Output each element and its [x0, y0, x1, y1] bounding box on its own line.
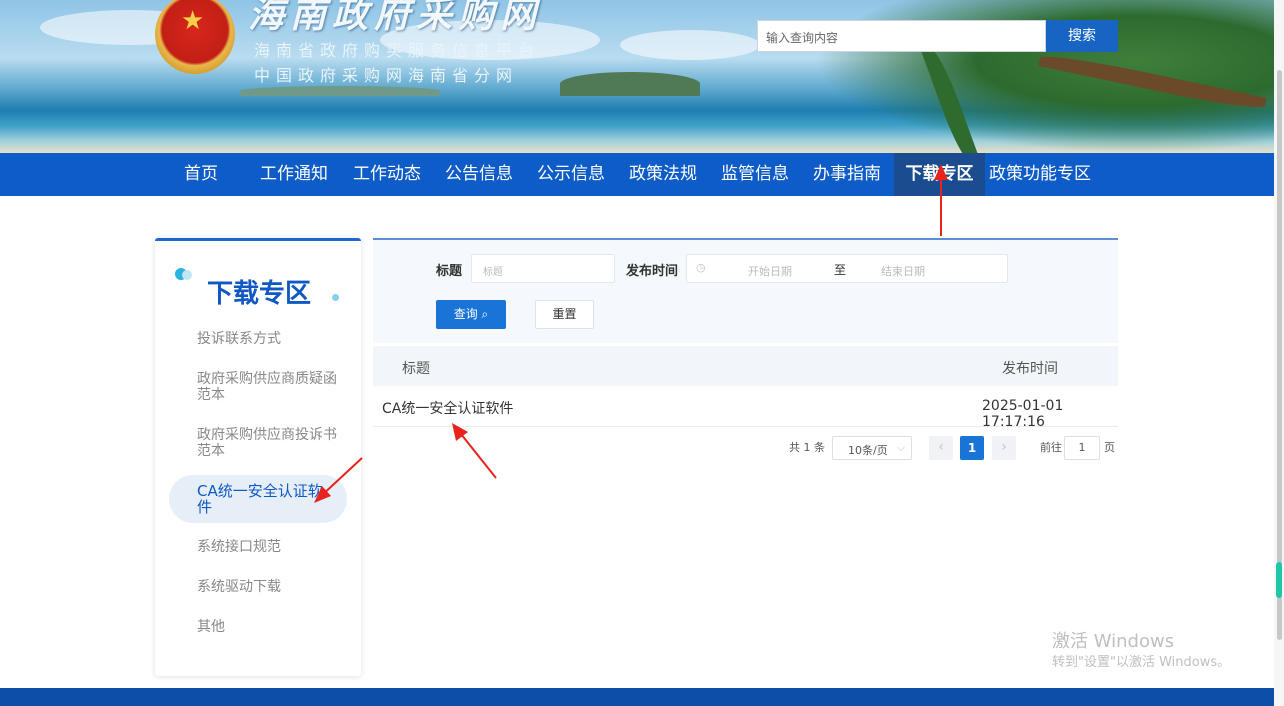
annotation-arrow-nav: [934, 164, 948, 236]
prev-page-button[interactable]: ‹: [929, 436, 953, 460]
annotation-arrow-row: [452, 423, 497, 479]
sidebar-item-interface-spec[interactable]: 系统接口规范: [197, 539, 337, 555]
reset-button[interactable]: 重置: [535, 300, 594, 329]
page-size-select[interactable]: 10条/页 ⌵: [832, 436, 912, 460]
sidebar-item-other[interactable]: 其他: [197, 619, 337, 635]
pagination-total: 共 1 条: [789, 441, 825, 454]
site-title: 海南政府采购网: [248, 0, 543, 36]
scroll-indicator: [1276, 562, 1282, 598]
page-number-current[interactable]: 1: [960, 436, 984, 460]
cloud-decoration: [620, 30, 760, 60]
decorative-dot: [182, 270, 192, 280]
nav-item-policies[interactable]: 政策法规: [625, 153, 701, 196]
clock-icon: ◷: [696, 261, 706, 274]
date-filter-label: 发布时间: [626, 264, 679, 279]
star-icon: ★: [181, 6, 205, 36]
site-subtitle-2: 中国政府采购网海南省分网: [254, 66, 519, 85]
nav-item-home[interactable]: 首页: [170, 153, 232, 196]
decorative-dot: [332, 294, 339, 301]
national-emblem-logo: ★: [155, 0, 235, 74]
start-date-input[interactable]: 开始日期: [748, 263, 792, 279]
search-input[interactable]: 输入查询内容: [757, 20, 1046, 52]
site-subtitle-1: 海南省政府购买服务信息平台: [254, 41, 541, 60]
page-suffix: 页: [1104, 441, 1115, 454]
search-button[interactable]: 搜索: [1046, 20, 1118, 52]
search-icon: ⌕: [481, 307, 489, 321]
chevron-left-icon: ‹: [938, 439, 944, 455]
footer-bar: [0, 688, 1274, 706]
title-filter-input[interactable]: 标题: [471, 254, 615, 283]
goto-page-input[interactable]: 1: [1064, 436, 1100, 460]
main-nav: 首页 工作通知 工作动态 公告信息 公示信息 政策法规 监管信息 办事指南 下载…: [0, 153, 1274, 196]
column-header-title: 标题: [402, 361, 430, 377]
date-range-picker[interactable]: ◷ 开始日期 至 结束日期: [686, 254, 1008, 283]
header-banner: ★ 海南政府采购网 海南省政府购买服务信息平台 中国政府采购网海南省分网 输入查…: [0, 0, 1274, 153]
column-header-date: 发布时间: [1002, 361, 1058, 377]
sidebar-item-complaint-contact[interactable]: 投诉联系方式: [197, 331, 337, 347]
windows-activation-watermark: 激活 Windows: [1052, 631, 1175, 652]
query-button[interactable]: 查询 ⌕: [436, 300, 506, 329]
end-date-input[interactable]: 结束日期: [881, 263, 925, 279]
sidebar-title: 下载专区: [207, 279, 312, 309]
row-date: 2025-01-01 17:17:16: [982, 398, 1064, 430]
sidebar-item-driver-download[interactable]: 系统驱动下载: [197, 579, 337, 595]
nav-item-work-news[interactable]: 工作动态: [349, 153, 425, 196]
island-decoration: [560, 72, 700, 96]
query-button-label: 查询: [453, 307, 478, 321]
nav-item-guide[interactable]: 办事指南: [809, 153, 885, 196]
nav-item-publicity[interactable]: 公示信息: [533, 153, 609, 196]
scrollbar-thumb[interactable]: [1277, 70, 1282, 640]
nav-item-policy-functions[interactable]: 政策功能专区: [985, 153, 1095, 196]
sidebar-item-inquiry-template[interactable]: 政府采购供应商质疑函范本: [197, 371, 337, 403]
nav-item-supervision[interactable]: 监管信息: [717, 153, 793, 196]
date-separator: 至: [834, 263, 847, 277]
title-filter-label: 标题: [436, 264, 463, 279]
row-title-link[interactable]: CA统一安全认证软件: [382, 398, 513, 418]
next-page-button[interactable]: ›: [992, 436, 1016, 460]
windows-activation-hint: 转到"设置"以激活 Windows。: [1052, 655, 1231, 670]
annotation-arrow-sidebar: [314, 457, 363, 503]
chevron-down-icon: ⌵: [896, 441, 905, 454]
nav-item-announcements[interactable]: 公告信息: [441, 153, 517, 196]
island-decoration: [240, 86, 440, 96]
page-size-value: 10条/页: [848, 444, 888, 457]
nav-item-work-notice[interactable]: 工作通知: [256, 153, 332, 196]
goto-label: 前往: [1040, 441, 1062, 454]
table-header: 标题 发布时间: [373, 346, 1118, 386]
chevron-right-icon: ›: [1001, 439, 1007, 455]
